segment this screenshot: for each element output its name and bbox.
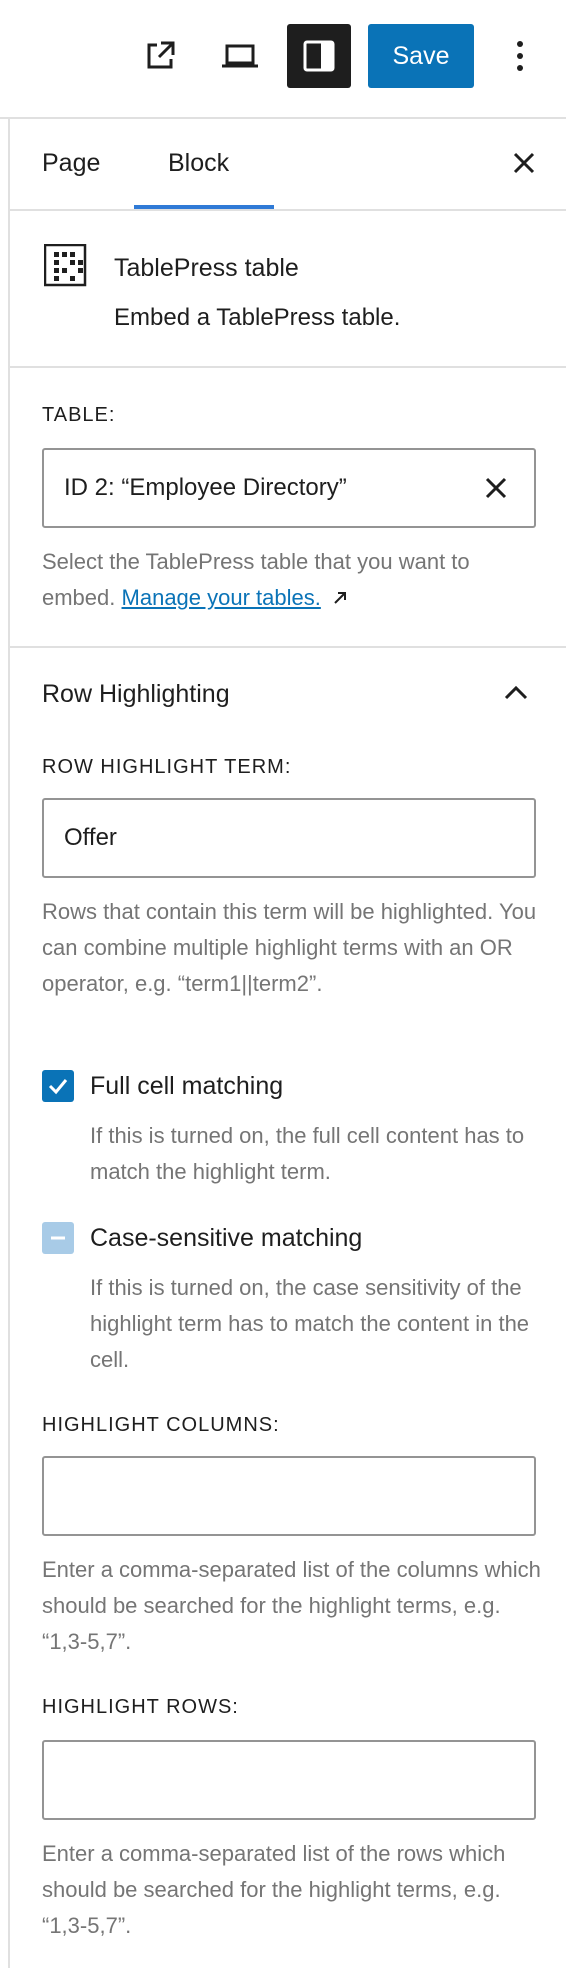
highlight-rows-input[interactable] bbox=[42, 1740, 536, 1820]
desktop-preview-icon[interactable] bbox=[216, 30, 264, 82]
table-help: Select the TablePress table that you wan… bbox=[42, 544, 542, 616]
tab-page[interactable]: Page bbox=[42, 117, 100, 209]
highlight-columns-input[interactable] bbox=[42, 1456, 536, 1536]
full-cell-help: If this is turned on, the full cell cont… bbox=[90, 1123, 525, 1184]
table-select[interactable]: ID 2: “Employee Directory” bbox=[42, 448, 536, 528]
case-sensitive-help: If this is turned on, the case sensitivi… bbox=[90, 1275, 530, 1372]
row-highlight-term-input[interactable]: Offer bbox=[42, 798, 536, 878]
indeterminate-icon bbox=[51, 1236, 65, 1240]
tab-block[interactable]: Block bbox=[168, 117, 229, 209]
close-icon[interactable] bbox=[504, 143, 544, 183]
checkmark-icon bbox=[48, 1079, 68, 1095]
divider bbox=[10, 646, 566, 648]
external-link-icon[interactable] bbox=[136, 30, 184, 82]
case-sensitive-checkbox[interactable] bbox=[42, 1222, 74, 1254]
table-select-value: ID 2: “Employee Directory” bbox=[64, 474, 347, 501]
table-label: TABLE: bbox=[42, 404, 116, 426]
sidebar-tabs: Page Block bbox=[10, 117, 566, 211]
save-button[interactable]: Save bbox=[368, 24, 474, 88]
more-options-icon[interactable] bbox=[502, 30, 538, 82]
row-highlight-term-help: Rows that contain this term will be high… bbox=[42, 899, 537, 996]
row-highlight-term-label: ROW HIGHLIGHT TERM: bbox=[42, 756, 292, 778]
block-description: Embed a TablePress table. bbox=[114, 304, 401, 331]
active-tab-indicator bbox=[134, 205, 274, 209]
table-block-icon bbox=[43, 243, 88, 288]
divider bbox=[10, 366, 566, 368]
full-cell-label: Full cell matching bbox=[90, 1072, 284, 1100]
editor-toolbar: Save bbox=[0, 0, 566, 119]
manage-tables-link[interactable]: Manage your tables. bbox=[122, 585, 321, 610]
full-cell-checkbox[interactable] bbox=[42, 1070, 74, 1102]
highlight-rows-help: Enter a comma-separated list of the rows… bbox=[42, 1841, 506, 1938]
row-highlight-term-value: Offer bbox=[64, 824, 117, 851]
highlight-columns-label: HIGHLIGHT COLUMNS: bbox=[42, 1414, 280, 1436]
row-highlighting-title: Row Highlighting bbox=[42, 680, 230, 708]
case-sensitive-label: Case-sensitive matching bbox=[90, 1224, 363, 1252]
chevron-up-icon bbox=[502, 682, 530, 707]
block-title: TablePress table bbox=[114, 254, 299, 282]
row-highlighting-toggle[interactable]: Row Highlighting bbox=[42, 680, 542, 730]
clear-icon[interactable] bbox=[476, 468, 516, 508]
highlight-columns-help: Enter a comma-separated list of the colu… bbox=[42, 1557, 541, 1654]
sidebar-toggle-icon[interactable] bbox=[287, 24, 351, 88]
external-arrow-icon bbox=[327, 585, 349, 610]
settings-sidebar bbox=[8, 117, 566, 1968]
highlight-rows-label: HIGHLIGHT ROWS: bbox=[42, 1696, 239, 1718]
